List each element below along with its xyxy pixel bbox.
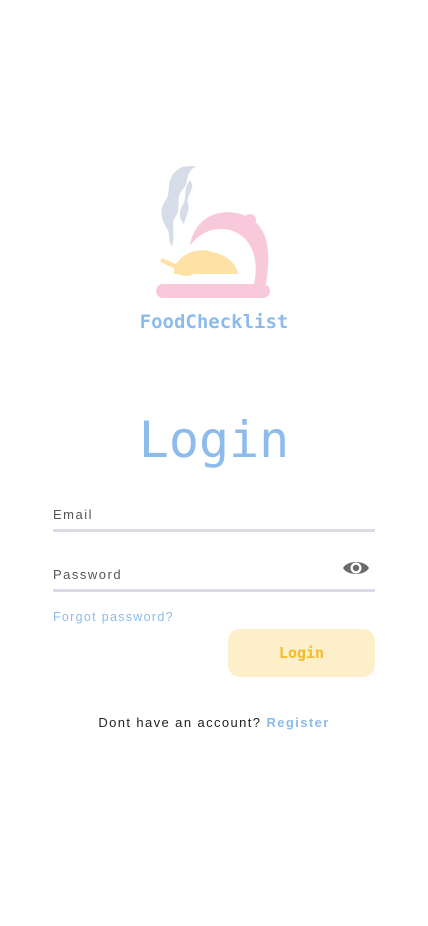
- food-cloche-icon: [156, 166, 270, 298]
- login-button[interactable]: Login: [228, 629, 375, 677]
- app-name: FoodChecklist: [139, 311, 289, 333]
- page-title: Login: [138, 411, 290, 469]
- register-prompt: Dont have an account? Register: [0, 715, 428, 730]
- email-field: [53, 499, 375, 532]
- password-field: [53, 559, 375, 592]
- eye-icon[interactable]: [342, 557, 370, 579]
- app-logo: [150, 160, 275, 300]
- forgot-password-link[interactable]: Forgot password?: [53, 610, 174, 624]
- email-input[interactable]: [53, 499, 375, 529]
- no-account-text: Dont have an account?: [98, 715, 262, 730]
- password-input[interactable]: [53, 559, 375, 589]
- register-link[interactable]: Register: [266, 715, 329, 730]
